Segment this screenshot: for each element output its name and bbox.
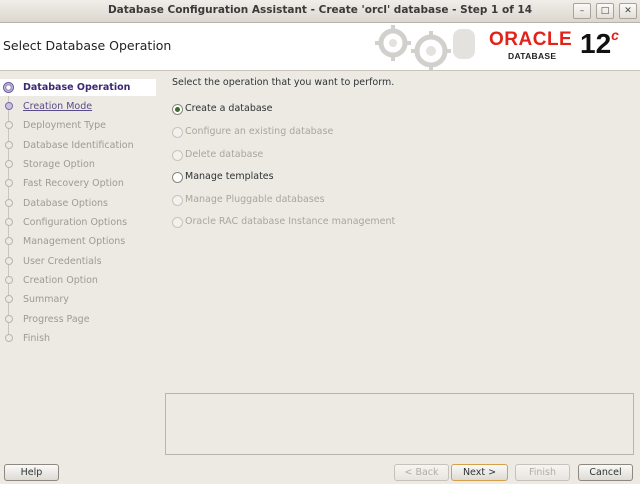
radio-icon bbox=[172, 150, 183, 161]
step-fast-recovery-option: Fast Recovery Option bbox=[0, 175, 160, 192]
step-storage-option: Storage Option bbox=[0, 156, 160, 173]
radio-label: Configure an existing database bbox=[185, 126, 334, 137]
page-title: Select Database Operation bbox=[3, 38, 172, 53]
step-label: Database Identification bbox=[23, 140, 134, 151]
step-indicator-icon bbox=[5, 199, 13, 207]
step-indicator-icon bbox=[5, 295, 13, 303]
step-label: Database Options bbox=[23, 198, 109, 209]
step-creation-option: Creation Option bbox=[0, 272, 160, 289]
step-indicator-icon bbox=[5, 276, 13, 284]
step-label: Database Operation bbox=[23, 82, 131, 93]
operation-prompt: Select the operation that you want to pe… bbox=[172, 77, 395, 88]
close-icon[interactable]: ✕ bbox=[619, 3, 637, 19]
radio-rac-instance-management: Oracle RAC database Instance management bbox=[172, 215, 472, 229]
step-user-credentials: User Credentials bbox=[0, 253, 160, 270]
radio-icon bbox=[172, 172, 183, 183]
step-label: Finish bbox=[23, 333, 51, 344]
radio-configure-database: Configure an existing database bbox=[172, 125, 472, 139]
step-database-operation[interactable]: Database Operation bbox=[0, 79, 156, 96]
next-button[interactable]: Next > bbox=[451, 464, 508, 481]
radio-manage-pluggable-databases: Manage Pluggable databases bbox=[172, 193, 472, 207]
step-summary: Summary bbox=[0, 291, 160, 308]
step-navigation: Database Operation Creation Mode Deploym… bbox=[0, 71, 160, 455]
step-label: Creation Option bbox=[23, 275, 98, 286]
step-label: Deployment Type bbox=[23, 120, 106, 131]
step-indicator-icon bbox=[5, 334, 13, 342]
step-creation-mode[interactable]: Creation Mode bbox=[0, 98, 160, 115]
radio-icon bbox=[172, 217, 183, 228]
radio-selected-icon bbox=[172, 104, 183, 115]
page-header: Select Database Operation ORACLE DATABAS… bbox=[0, 23, 640, 71]
cancel-button[interactable]: Cancel bbox=[578, 464, 633, 481]
step-indicator-icon bbox=[5, 179, 13, 187]
step-progress-page: Progress Page bbox=[0, 311, 160, 328]
step-indicator-icon bbox=[5, 237, 13, 245]
radio-label: Delete database bbox=[185, 149, 264, 160]
database-product-text: DATABASE bbox=[508, 51, 557, 61]
step-label: Summary bbox=[23, 294, 69, 305]
step-label: Storage Option bbox=[23, 159, 95, 170]
radio-icon bbox=[172, 127, 183, 138]
step-label: User Credentials bbox=[23, 256, 102, 267]
back-button: < Back bbox=[394, 464, 449, 481]
help-button[interactable]: Help bbox=[4, 464, 59, 481]
step-label: Management Options bbox=[23, 236, 126, 247]
version-logo: 12c bbox=[580, 26, 619, 60]
step-label: Fast Recovery Option bbox=[23, 178, 124, 189]
step-management-options: Management Options bbox=[0, 233, 160, 250]
radio-create-database[interactable]: Create a database bbox=[172, 102, 472, 116]
step-indicator-icon bbox=[3, 82, 14, 93]
button-bar: Help < Back Next > Finish Cancel bbox=[0, 460, 640, 484]
radio-label: Create a database bbox=[185, 103, 273, 114]
radio-label: Oracle RAC database Instance management bbox=[185, 216, 396, 227]
step-label: Creation Mode bbox=[23, 101, 93, 112]
maximize-icon[interactable]: □ bbox=[596, 3, 614, 19]
step-database-options: Database Options bbox=[0, 195, 160, 212]
step-indicator-icon bbox=[5, 160, 13, 168]
step-indicator-icon bbox=[5, 218, 13, 226]
radio-manage-templates[interactable]: Manage templates bbox=[172, 170, 472, 184]
radio-label: Manage templates bbox=[185, 171, 274, 182]
radio-delete-database: Delete database bbox=[172, 148, 472, 162]
version-suffix: c bbox=[611, 26, 619, 43]
gears-graphic-icon bbox=[375, 25, 475, 70]
step-indicator-icon bbox=[5, 315, 13, 323]
step-label: Progress Page bbox=[23, 314, 90, 325]
finish-button: Finish bbox=[515, 464, 570, 481]
step-finish: Finish bbox=[0, 330, 160, 347]
radio-label: Manage Pluggable databases bbox=[185, 194, 325, 205]
window-titlebar: Database Configuration Assistant - Creat… bbox=[0, 0, 640, 23]
window-title: Database Configuration Assistant - Creat… bbox=[107, 4, 533, 16]
oracle-logo: ORACLE DATABASE bbox=[487, 29, 575, 63]
step-database-identification: Database Identification bbox=[0, 137, 160, 154]
step-indicator-icon bbox=[5, 102, 13, 110]
step-indicator-icon bbox=[5, 121, 13, 129]
step-indicator-icon bbox=[5, 141, 13, 149]
oracle-brand-text: ORACLE bbox=[489, 29, 573, 50]
step-indicator-icon bbox=[5, 257, 13, 265]
minimize-icon[interactable]: – bbox=[573, 3, 591, 19]
radio-icon bbox=[172, 195, 183, 206]
step-deployment-type: Deployment Type bbox=[0, 117, 160, 134]
step-label: Configuration Options bbox=[23, 217, 128, 228]
step-configuration-options: Configuration Options bbox=[0, 214, 160, 231]
message-area bbox=[165, 393, 634, 455]
version-number: 12 bbox=[580, 28, 612, 59]
